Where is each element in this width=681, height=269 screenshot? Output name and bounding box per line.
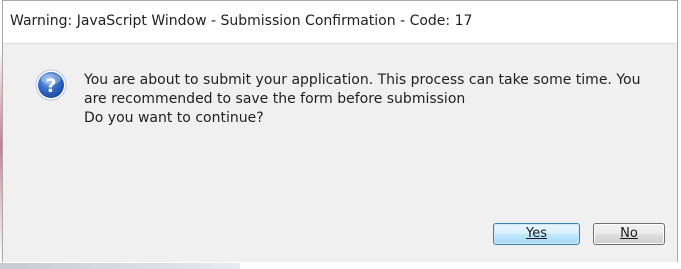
warning-dialog: Warning: JavaScript Window - Submission … bbox=[2, 0, 678, 262]
yes-button-label: Yes bbox=[526, 226, 547, 241]
message-line: Do you want to continue? bbox=[84, 110, 264, 126]
screen: Warning: JavaScript Window - Submission … bbox=[0, 0, 681, 269]
background-taskbar-edge bbox=[0, 263, 240, 269]
no-button[interactable]: No bbox=[593, 223, 665, 245]
message-line: are recommended to save the form before … bbox=[84, 91, 466, 107]
no-button-label: No bbox=[620, 226, 638, 241]
question-icon: ? bbox=[35, 69, 67, 101]
svg-text:?: ? bbox=[45, 75, 56, 97]
message-line: You are about to submit your application… bbox=[84, 72, 641, 88]
dialog-titlebar[interactable]: Warning: JavaScript Window - Submission … bbox=[3, 1, 677, 44]
dialog-title: Warning: JavaScript Window - Submission … bbox=[10, 13, 473, 29]
dialog-message: You are about to submit your application… bbox=[84, 71, 674, 128]
dialog-body: ? You are about to submit your applicati… bbox=[3, 44, 677, 262]
yes-button[interactable]: Yes bbox=[493, 223, 580, 245]
